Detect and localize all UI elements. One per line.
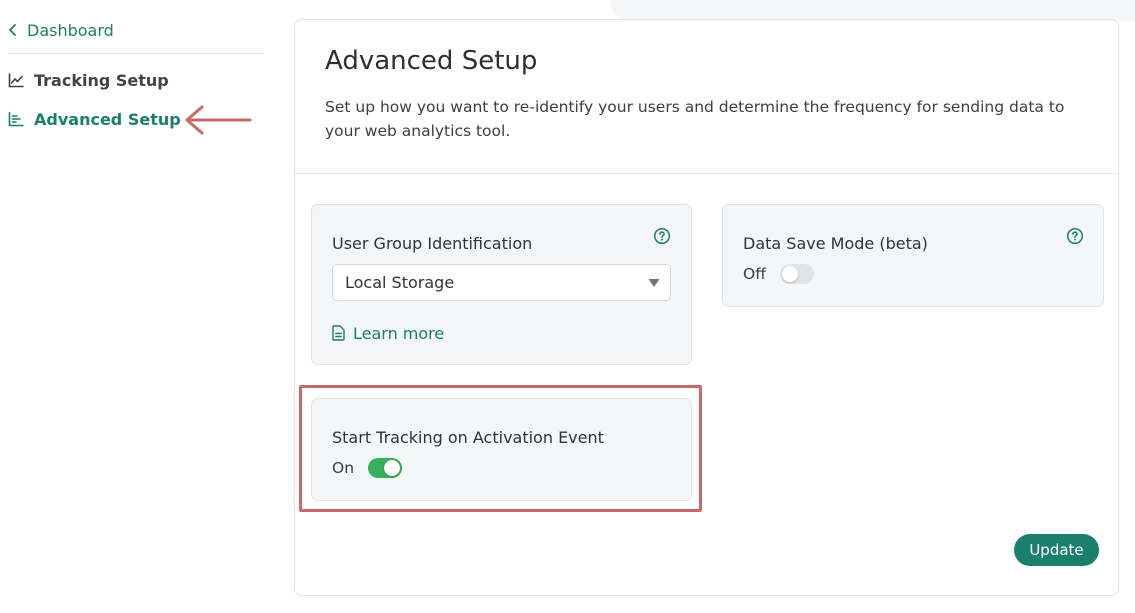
line-chart-icon [8,73,24,88]
sidebar-divider [8,53,264,54]
data-save-mode-panel: Data Save Mode (beta) Off [722,204,1104,307]
advanced-setup-card: Advanced Setup Set up how you want to re… [294,19,1119,596]
sidebar: Dashboard Tracking Setup Advanced Setup [0,0,270,613]
start-tracking-toggle-row: On [332,458,403,478]
annotation-arrow [185,105,252,135]
back-link-label: Dashboard [27,20,114,40]
sidebar-item-label: Advanced Setup [34,109,181,129]
user-group-select[interactable]: Local Storage [332,264,671,301]
user-group-label: User Group Identification [332,234,533,253]
toggle-state-label: On [332,459,355,477]
user-group-select-value: Local Storage [345,273,455,292]
help-icon[interactable] [653,227,671,245]
caret-down-icon [648,279,660,287]
user-group-identification-panel: User Group Identification Local Storage … [311,204,692,365]
data-save-mode-toggle[interactable] [779,264,814,284]
page: Dashboard Tracking Setup Advanced Setup … [0,0,1135,613]
help-icon[interactable] [1066,227,1084,245]
start-tracking-label: Start Tracking on Activation Event [332,428,604,447]
learn-more-link[interactable]: Learn more [332,322,444,344]
sidebar-item-label: Tracking Setup [34,70,169,90]
data-save-mode-toggle-row: Off [743,264,814,284]
toggle-knob [384,460,401,476]
card-divider [295,173,1118,174]
back-to-dashboard-link[interactable]: Dashboard [8,19,114,41]
sidebar-item-advanced-setup[interactable]: Advanced Setup [8,107,181,131]
toggle-state-label: Off [743,265,766,283]
learn-more-label: Learn more [353,323,445,343]
chevron-left-icon [9,24,16,36]
page-title: Advanced Setup [325,46,538,76]
document-icon [332,325,345,341]
page-description: Set up how you want to re-identify your … [325,98,1065,140]
data-save-mode-label: Data Save Mode (beta) [743,234,928,253]
start-tracking-toggle[interactable] [368,458,403,478]
toggle-knob [781,266,798,282]
update-button[interactable]: Update [1014,534,1099,566]
bar-list-icon [8,111,24,127]
sidebar-item-tracking-setup[interactable]: Tracking Setup [8,68,169,92]
start-tracking-panel: Start Tracking on Activation Event On [311,398,692,501]
